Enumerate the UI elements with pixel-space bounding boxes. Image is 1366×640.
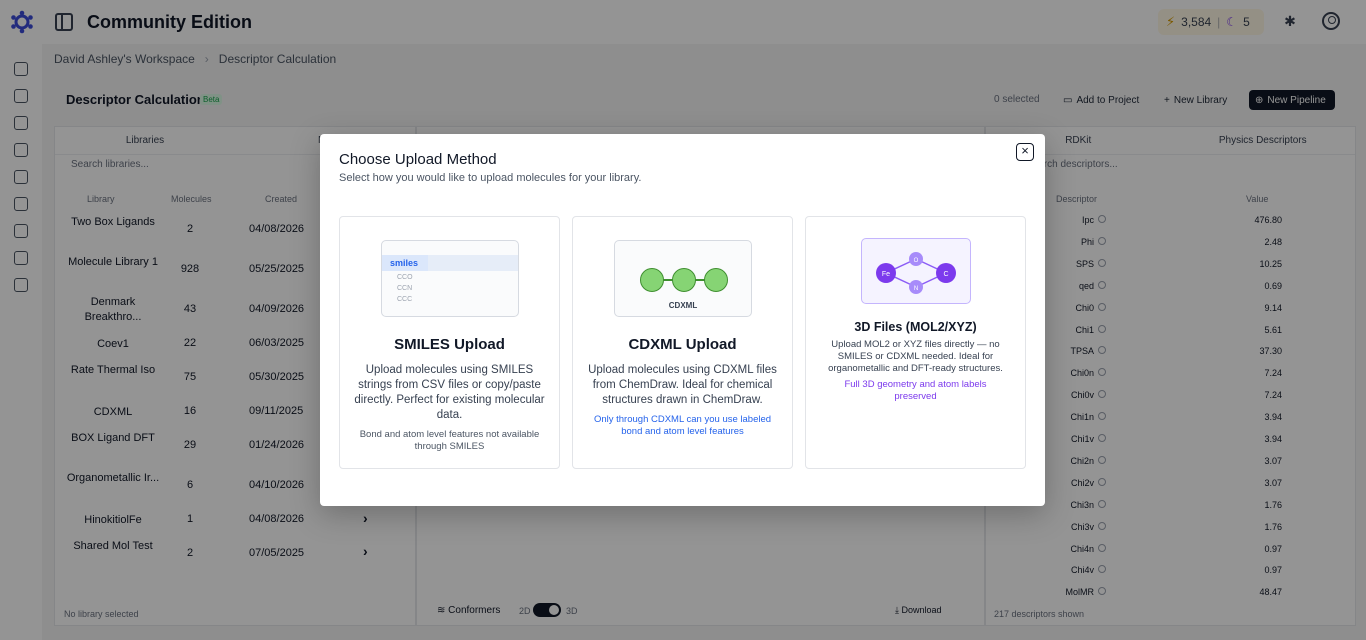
smiles-upload-card[interactable]: smiles CCO CCN CCC SMILES Upload Upload … bbox=[339, 216, 560, 469]
cdxml-thumbnail: CDXML bbox=[614, 240, 752, 317]
atom-label-fe: Fe bbox=[882, 271, 890, 278]
threed-title: 3D Files (MOL2/XYZ) bbox=[854, 320, 977, 334]
atom-label-n: N bbox=[914, 286, 918, 292]
upload-method-modal: Choose Upload Method Select how you woul… bbox=[320, 134, 1045, 506]
cdxml-note: Only through CDXML can you use labeled b… bbox=[593, 414, 772, 437]
modal-title: Choose Upload Method bbox=[339, 151, 497, 168]
cdxml-thumb-atom bbox=[672, 268, 696, 292]
modal-subtitle: Select how you would like to upload mole… bbox=[339, 172, 642, 184]
atom-label-o: O bbox=[914, 258, 919, 264]
molecule-3d-icon: Fe O C N bbox=[876, 252, 956, 294]
smiles-note: Bond and atom level features not availab… bbox=[359, 429, 540, 452]
threed-upload-card[interactable]: Fe O C N 3D Files (MOL2/XYZ) Upload MOL2… bbox=[805, 216, 1026, 469]
cdxml-thumb-atom bbox=[704, 268, 728, 292]
smiles-thumbnail: smiles CCO CCN CCC bbox=[381, 240, 519, 317]
cdxml-title: CDXML Upload bbox=[628, 336, 737, 353]
smiles-description: Upload molecules using SMILES strings fr… bbox=[354, 364, 545, 421]
cdxml-thumb-label: CDXML bbox=[668, 301, 698, 310]
threed-note: Full 3D geometry and atom labels preserv… bbox=[844, 379, 987, 402]
smiles-thumb-header: smiles bbox=[382, 255, 428, 271]
close-icon[interactable]: × bbox=[1016, 143, 1034, 161]
smiles-thumb-line: CCN bbox=[397, 285, 413, 292]
atom-label-c: C bbox=[943, 271, 948, 278]
cdxml-thumb-atom bbox=[640, 268, 664, 292]
smiles-thumb-line: CCC bbox=[397, 296, 413, 303]
threed-description: Upload MOL2 or XYZ files directly — no S… bbox=[828, 339, 1003, 374]
smiles-thumb-line: CCO bbox=[397, 274, 413, 281]
smiles-thumb-bar bbox=[428, 255, 518, 271]
app-root: Community Edition ⚡ 3,584 | ☾ 5 ✱ David … bbox=[0, 0, 1366, 640]
threed-thumbnail: Fe O C N bbox=[861, 238, 971, 304]
cdxml-description: Upload molecules using CDXML files from … bbox=[588, 364, 777, 406]
cdxml-upload-card[interactable]: CDXML CDXML Upload Upload molecules usin… bbox=[572, 216, 793, 469]
smiles-title: SMILES Upload bbox=[394, 336, 505, 353]
